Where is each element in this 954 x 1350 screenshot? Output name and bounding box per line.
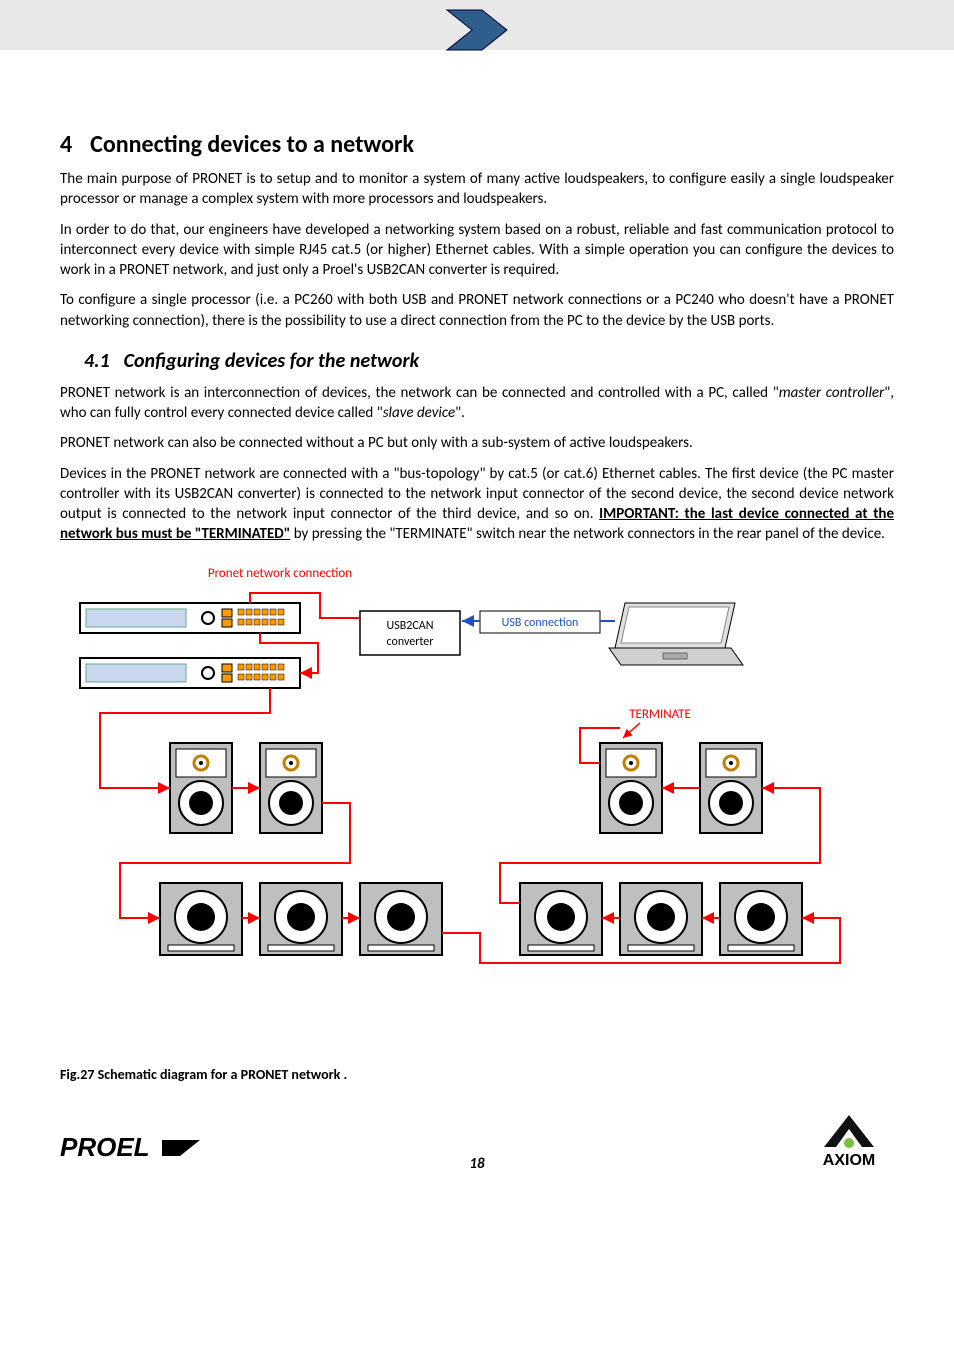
section-number: 4 [60, 130, 72, 159]
rack-unit-1 [80, 603, 300, 633]
page-header-bar [0, 0, 954, 50]
usb2can-label-2: converter [387, 635, 434, 649]
proel-logo: PROEL [60, 1128, 200, 1173]
subsection-heading: 4.1 Configuring devices for the network [84, 349, 894, 373]
network-diagram: Pronet network connection USB2CAN conver… [60, 563, 894, 1058]
usb-connection-label: USB connection [502, 616, 579, 630]
pronet-label: Pronet network connection [208, 566, 352, 581]
paragraph-2: In order to do that, our engineers have … [60, 220, 894, 281]
paragraph-5: PRONET network can also be connected wit… [60, 433, 894, 453]
section-heading: 4 Connecting devices to a network [60, 130, 894, 159]
paragraph-3: To configure a single processor (i.e. a … [60, 290, 894, 331]
svg-text:AXIOM: AXIOM [823, 1152, 875, 1168]
section-title: Connecting devices to a network [90, 130, 414, 159]
paragraph-1: The main purpose of PRONET is to setup a… [60, 169, 894, 210]
page-number: 18 [200, 1155, 754, 1173]
subsection-title: Configuring devices for the network [124, 349, 419, 373]
laptop-icon [609, 603, 743, 665]
page-footer: PROEL 18 AXIOM [0, 1103, 954, 1193]
usb2can-label-1: USB2CAN [387, 619, 434, 633]
axiom-logo: AXIOM [754, 1113, 894, 1173]
paragraph-4: PRONET network is an interconnection of … [60, 383, 894, 424]
paragraph-6: Devices in the PRONET network are connec… [60, 464, 894, 545]
svg-text:PROEL: PROEL [60, 1132, 150, 1162]
subsection-number: 4.1 [84, 349, 110, 373]
chevron-icon [437, 0, 517, 60]
figure-caption: Fig.27 Schematic diagram for a PRONET ne… [60, 1066, 894, 1083]
rack-unit-2 [80, 658, 300, 688]
terminate-label: TERMINATE [629, 707, 691, 722]
